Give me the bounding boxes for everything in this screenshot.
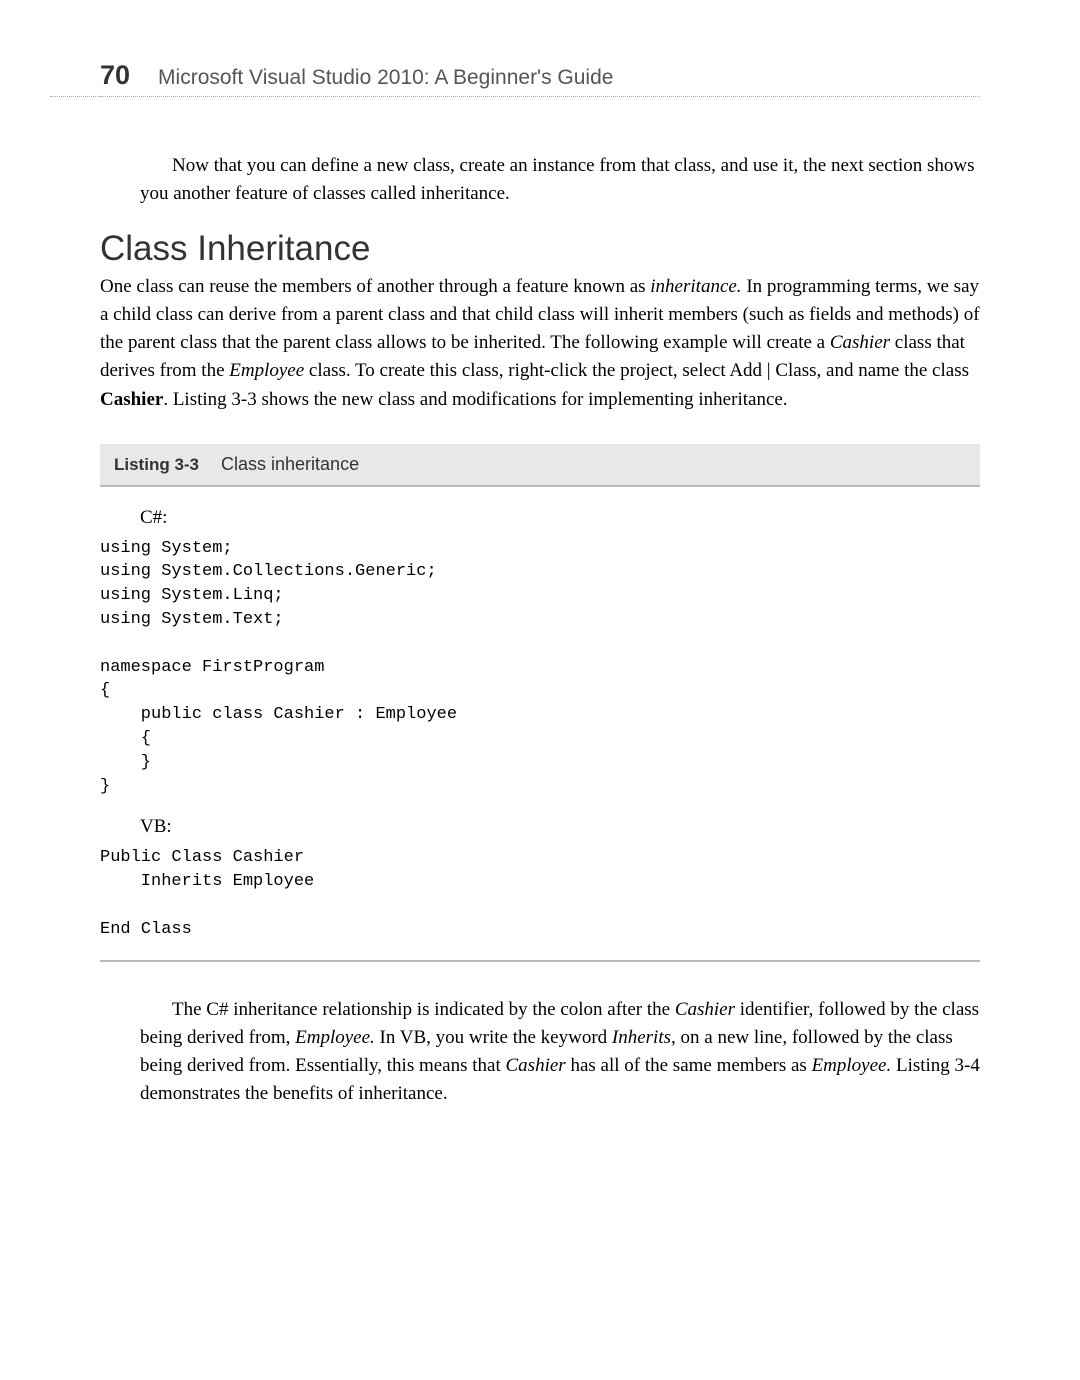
csharp-code: using System; using System.Collections.G… xyxy=(100,537,980,799)
listing-label: Listing 3-3 xyxy=(114,455,199,474)
vb-code: Public Class Cashier Inherits Employee E… xyxy=(100,846,980,941)
inheritance-em: inheritance. xyxy=(650,276,741,297)
page-number: 70 xyxy=(100,60,130,91)
employee-em: Employee. xyxy=(812,1055,892,1076)
listing-caption: Class inheritance xyxy=(221,454,359,474)
text: The C# inheritance relationship is indic… xyxy=(172,999,675,1020)
text: In VB, you write the keyword xyxy=(375,1027,612,1048)
text: has all of the same members as xyxy=(566,1055,812,1076)
header-title: Microsoft Visual Studio 2010: A Beginner… xyxy=(158,66,613,90)
code-divider xyxy=(100,960,980,962)
listing-bar: Listing 3-3 Class inheritance xyxy=(100,444,980,487)
vb-label: VB: xyxy=(140,816,980,838)
section-heading: Class Inheritance xyxy=(100,229,980,269)
cashier-em: Cashier xyxy=(506,1055,566,1076)
section-body: One class can reuse the members of anoth… xyxy=(100,273,980,414)
cashier-em: Cashier xyxy=(675,999,735,1020)
cashier-bold: Cashier xyxy=(100,389,163,410)
cashier-em: Cashier xyxy=(830,332,890,353)
intro-paragraph: Now that you can define a new class, cre… xyxy=(140,152,980,207)
text: class. To create this class, right-click… xyxy=(304,360,969,381)
closing-paragraph: The C# inheritance relationship is indic… xyxy=(140,996,980,1108)
employee-em: Employee xyxy=(229,360,304,381)
text: . Listing 3-3 shows the new class and mo… xyxy=(163,389,787,410)
csharp-label: C#: xyxy=(140,507,980,529)
inherits-em: Inherits, xyxy=(612,1027,676,1048)
page-header: 70 Microsoft Visual Studio 2010: A Begin… xyxy=(100,60,980,97)
employee-em: Employee. xyxy=(295,1027,375,1048)
text: One class can reuse the members of anoth… xyxy=(100,276,650,297)
